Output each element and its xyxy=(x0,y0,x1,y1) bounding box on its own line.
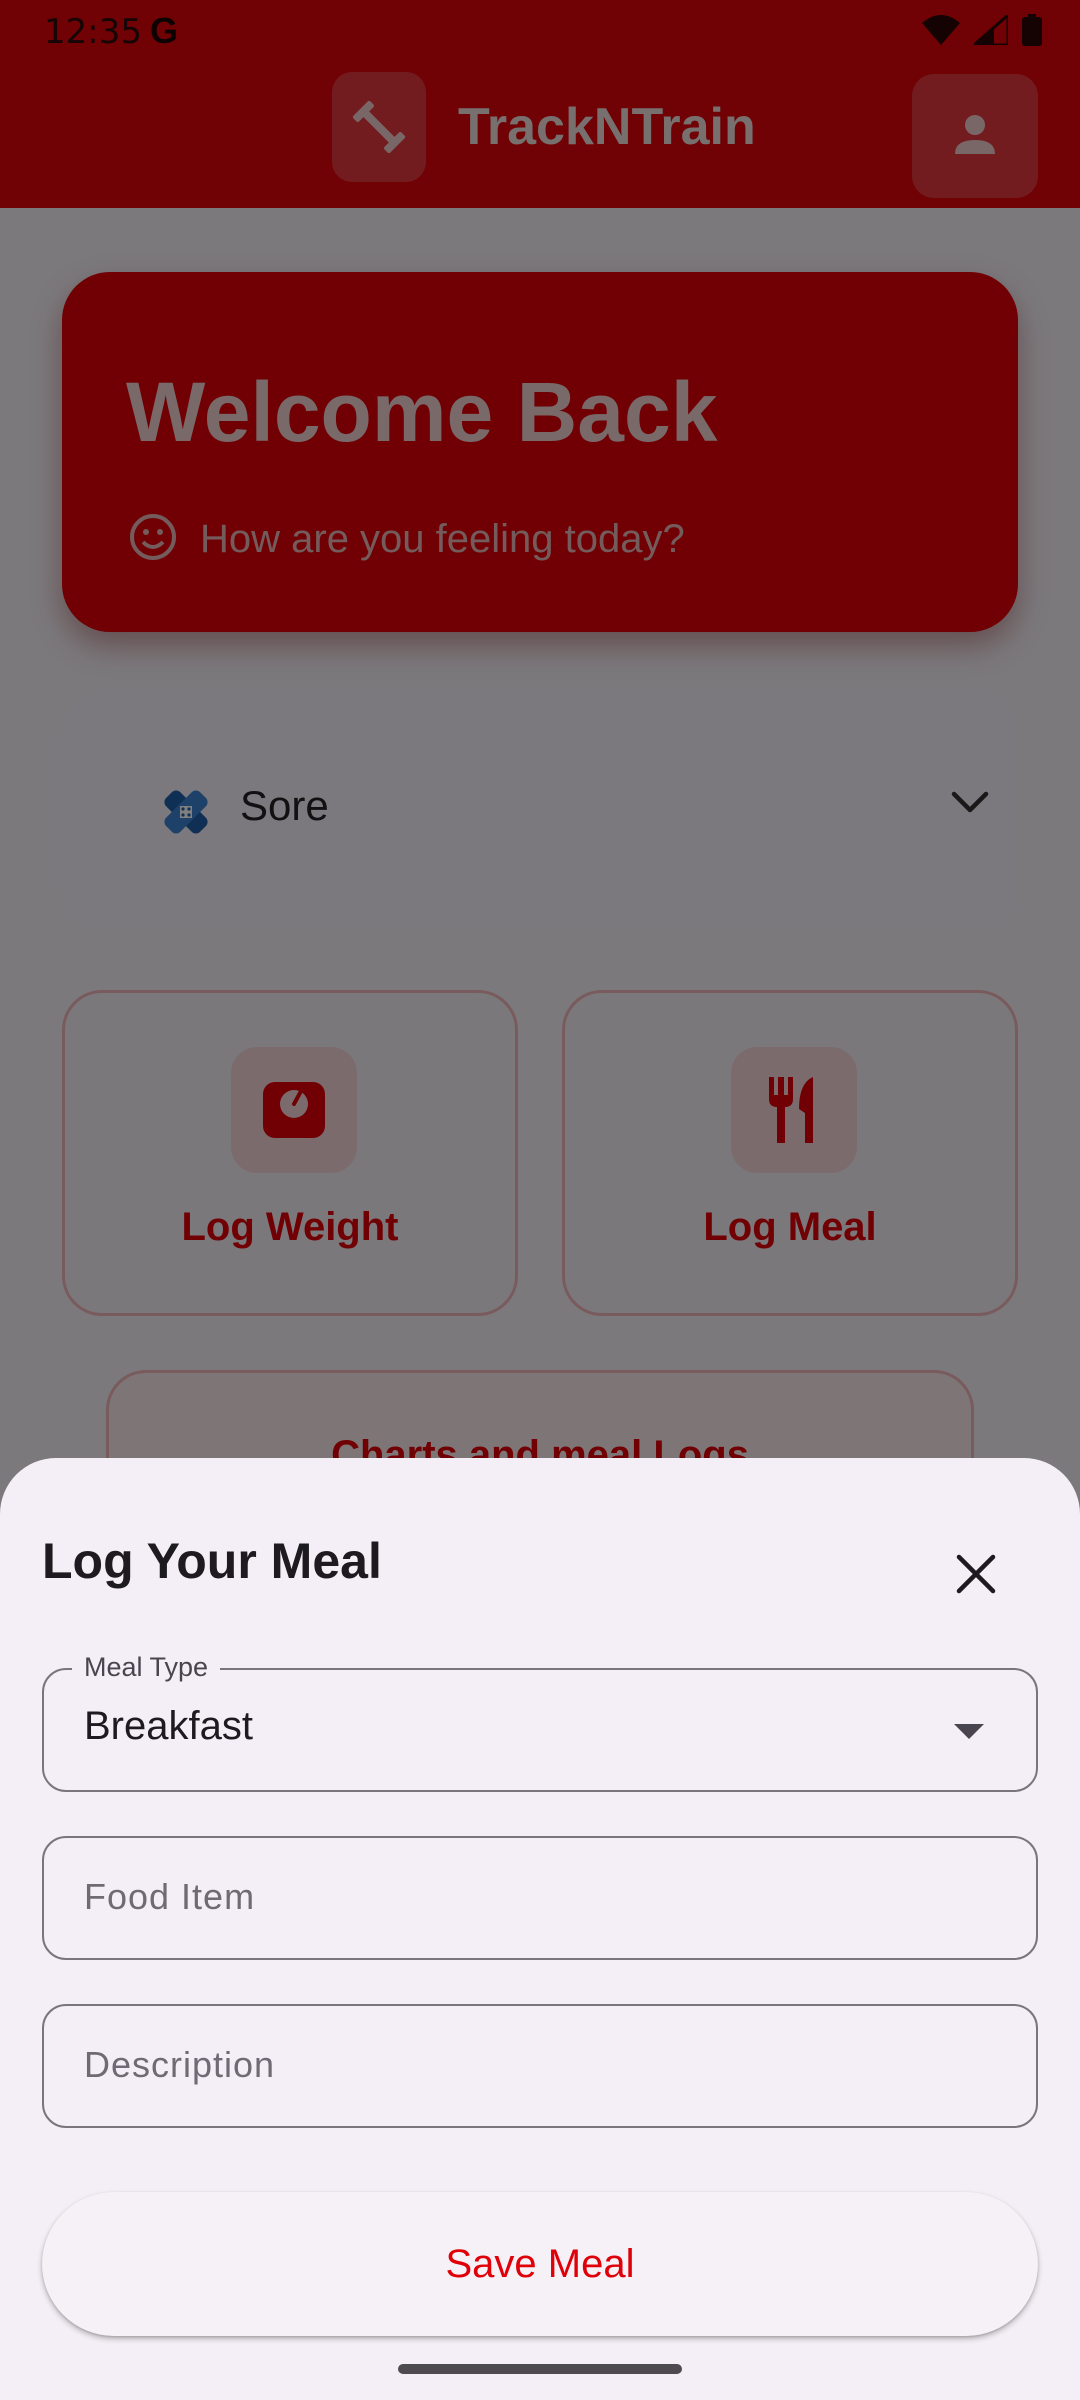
meal-type-label: Meal Type xyxy=(72,1652,221,1683)
save-meal-label: Save Meal xyxy=(445,2241,635,2286)
description-placeholder: Description xyxy=(84,2044,276,2085)
meal-type-value: Breakfast xyxy=(84,1704,253,1748)
close-icon xyxy=(956,1554,996,1599)
save-meal-button[interactable]: Save Meal xyxy=(42,2192,1038,2336)
meal-type-select[interactable]: Meal Type Breakfast xyxy=(42,1652,1038,1792)
sheet-title: Log Your Meal xyxy=(42,1533,382,1589)
food-item-input[interactable]: Food Item xyxy=(42,1836,1038,1960)
close-button[interactable] xyxy=(936,1536,1016,1616)
dropdown-arrow-icon xyxy=(954,1724,984,1739)
description-input[interactable]: Description xyxy=(42,2004,1038,2128)
home-indicator[interactable] xyxy=(398,2364,682,2374)
food-item-placeholder: Food Item xyxy=(84,1876,256,1917)
